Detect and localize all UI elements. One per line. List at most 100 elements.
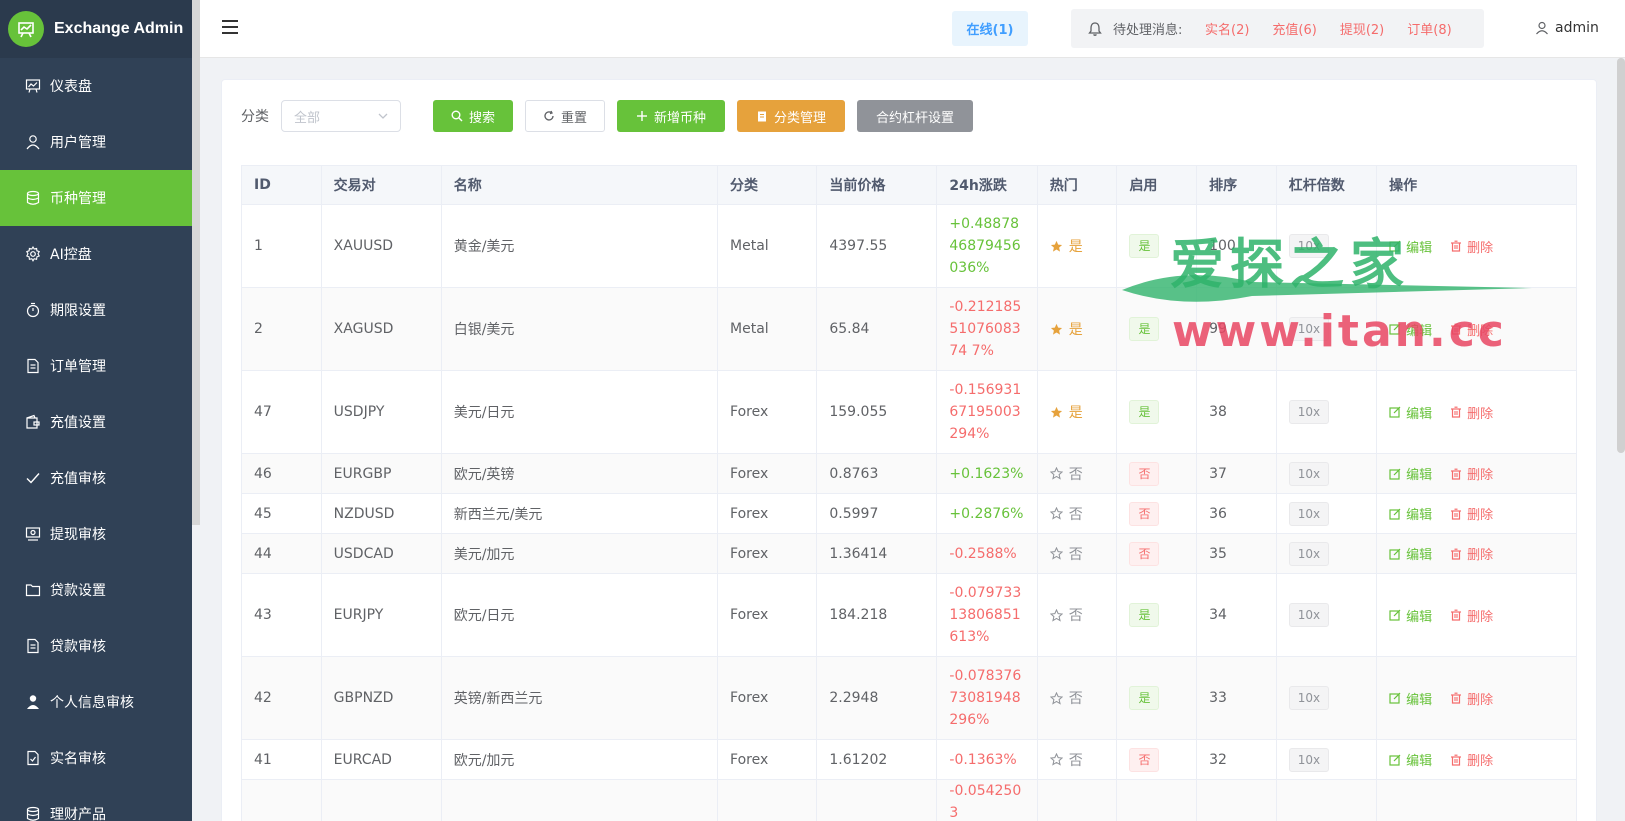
sidebar-item-2[interactable]: 币种管理 xyxy=(0,170,192,226)
leverage-tag[interactable]: 10x xyxy=(1288,501,1330,526)
category-select[interactable]: 全部 xyxy=(281,100,401,132)
sidebar-item-0[interactable]: 仪表盘 xyxy=(0,58,192,114)
cell-sort-text: 38 xyxy=(1209,404,1227,420)
hot-toggle[interactable]: 否 xyxy=(1049,544,1105,564)
cell-pair: GBPNZD xyxy=(320,656,442,740)
sidebar-item-label: AI控盘 xyxy=(50,247,92,263)
delete-button[interactable]: 删除 xyxy=(1450,750,1493,769)
delete-button[interactable]: 删除 xyxy=(1450,320,1493,339)
cell-pair: USDJPY xyxy=(320,370,442,454)
edit-button[interactable]: 编辑 xyxy=(1389,403,1432,422)
leverage-tag[interactable]: 10x xyxy=(1288,234,1330,258)
sidebar-item-5[interactable]: 订单管理 xyxy=(0,338,192,394)
add-coin-button[interactable]: 新增币种 xyxy=(617,100,725,132)
edit-button[interactable]: 编辑 xyxy=(1389,544,1432,563)
cell-category: Metal xyxy=(717,287,818,371)
hot-toggle[interactable]: 否 xyxy=(1049,750,1105,770)
sidebar-item-13[interactable]: 理财产品 xyxy=(0,786,192,821)
table-row: 45 NZDUSD 新西兰元/美元 Forex 0.5997 +0.2876% 否 否 36 10… xyxy=(241,493,1577,534)
cell-leverage: 10x xyxy=(1275,656,1378,740)
leverage-tag[interactable]: 10x xyxy=(1288,686,1330,710)
leverage-tag[interactable]: 10x xyxy=(1288,400,1330,424)
cell-category: Forex xyxy=(717,533,818,574)
sidebar-item-11[interactable]: 个人信息审核 xyxy=(0,674,192,730)
sidebar-item-1[interactable]: 用户管理 xyxy=(0,114,192,170)
delete-button[interactable]: 删除 xyxy=(1450,403,1493,422)
cell-pair: EURJPY xyxy=(320,573,442,657)
delete-button[interactable]: 删除 xyxy=(1450,464,1493,483)
hot-toggle[interactable]: 否 xyxy=(1049,605,1105,625)
cell-actions xyxy=(1376,779,1577,821)
edit-button[interactable]: 编辑 xyxy=(1389,750,1432,769)
change-value: +0.4887846879456036% xyxy=(949,216,1021,276)
pending-recharge-link[interactable]: 充值(6) xyxy=(1272,19,1316,38)
edit-button[interactable]: 编辑 xyxy=(1389,689,1432,708)
edit-label: 编辑 xyxy=(1406,468,1433,483)
sidebar-item-6[interactable]: 充值设置 xyxy=(0,394,192,450)
online-badge[interactable]: 在线(1) xyxy=(952,11,1028,46)
leverage-tag[interactable]: 10x xyxy=(1288,541,1330,566)
reset-button[interactable]: 重置 xyxy=(525,100,605,132)
enabled-tag[interactable]: 否 xyxy=(1129,501,1160,526)
delete-button[interactable]: 删除 xyxy=(1450,237,1493,256)
leverage-settings-button[interactable]: 合约杠杆设置 xyxy=(857,100,973,132)
cell-id: 42 xyxy=(241,656,322,740)
user-menu[interactable]: admin xyxy=(1535,20,1599,36)
leverage-tag[interactable]: 10x xyxy=(1288,461,1330,486)
enabled-tag[interactable]: 是 xyxy=(1129,400,1160,424)
delete-button[interactable]: 删除 xyxy=(1450,689,1493,708)
leverage-tag[interactable]: 10x xyxy=(1288,317,1330,341)
delete-button[interactable]: 删除 xyxy=(1450,606,1493,625)
delete-button[interactable]: 删除 xyxy=(1450,544,1493,563)
edit-button[interactable]: 编辑 xyxy=(1389,504,1432,523)
enabled-tag[interactable]: 是 xyxy=(1129,234,1160,258)
sidebar-item-12[interactable]: 实名审核 xyxy=(0,730,192,786)
pending-order-link[interactable]: 订单(8) xyxy=(1407,19,1451,38)
enabled-tag[interactable]: 是 xyxy=(1129,317,1160,341)
sidebar-item-8[interactable]: 提现审核 xyxy=(0,506,192,562)
enabled-tag[interactable]: 否 xyxy=(1129,541,1160,566)
sidebar-item-9[interactable]: 贷款设置 xyxy=(0,562,192,618)
pending-withdraw-link[interactable]: 提现(2) xyxy=(1340,19,1384,38)
hot-toggle[interactable]: 否 xyxy=(1049,464,1105,484)
cell-sort-text: 36 xyxy=(1209,505,1227,522)
search-button[interactable]: 搜索 xyxy=(433,100,513,132)
hot-toggle[interactable]: 是 xyxy=(1050,319,1105,339)
category-manage-button[interactable]: 分类管理 xyxy=(737,100,845,132)
enabled-tag[interactable]: 是 xyxy=(1129,603,1160,627)
pending-realname-link[interactable]: 实名(2) xyxy=(1205,19,1249,38)
cell-enabled: 否 xyxy=(1116,493,1198,534)
sidebar-scrollbar[interactable] xyxy=(192,0,200,525)
sidebar-item-7[interactable]: 充值审核 xyxy=(0,450,192,506)
edit-button[interactable]: 编辑 xyxy=(1389,464,1432,483)
enabled-tag[interactable]: 是 xyxy=(1129,686,1160,710)
delete-button[interactable]: 删除 xyxy=(1450,504,1493,523)
sidebar-item-4[interactable]: 期限设置 xyxy=(0,282,192,338)
column-header: 排序 xyxy=(1196,165,1277,205)
timer-icon xyxy=(24,301,42,319)
hamburger-icon[interactable] xyxy=(222,20,238,36)
cell-enabled: 是 xyxy=(1116,370,1198,454)
hot-toggle[interactable]: 是 xyxy=(1050,402,1105,422)
edit-button[interactable]: 编辑 xyxy=(1389,320,1432,339)
main-scrollbar[interactable] xyxy=(1617,58,1625,453)
edit-button[interactable]: 编辑 xyxy=(1389,237,1432,256)
hot-toggle[interactable]: 否 xyxy=(1049,688,1105,708)
hot-toggle[interactable]: 否 xyxy=(1049,504,1105,524)
cell-enabled: 是 xyxy=(1116,287,1198,371)
leverage-tag[interactable]: 10x xyxy=(1288,603,1330,627)
cell-pair-text: XAUUSD xyxy=(333,238,394,254)
cell-hot: 是 xyxy=(1036,204,1118,288)
enabled-tag[interactable]: 否 xyxy=(1129,747,1160,772)
cell-sort-text: 32 xyxy=(1209,751,1227,768)
leverage-tag[interactable]: 10x xyxy=(1288,747,1330,772)
enabled-tag[interactable]: 否 xyxy=(1129,461,1160,486)
cell-hot: 否 xyxy=(1036,533,1118,574)
sidebar-item-3[interactable]: AI控盘 xyxy=(0,226,192,282)
sidebar-item-10[interactable]: 贷款审核 xyxy=(0,618,192,674)
edit-button[interactable]: 编辑 xyxy=(1389,606,1432,625)
brand[interactable]: Exchange Admin xyxy=(0,0,192,58)
cell-leverage: 10x xyxy=(1275,493,1378,534)
hot-toggle[interactable]: 是 xyxy=(1050,236,1105,256)
column-header: 热门 xyxy=(1036,165,1118,205)
